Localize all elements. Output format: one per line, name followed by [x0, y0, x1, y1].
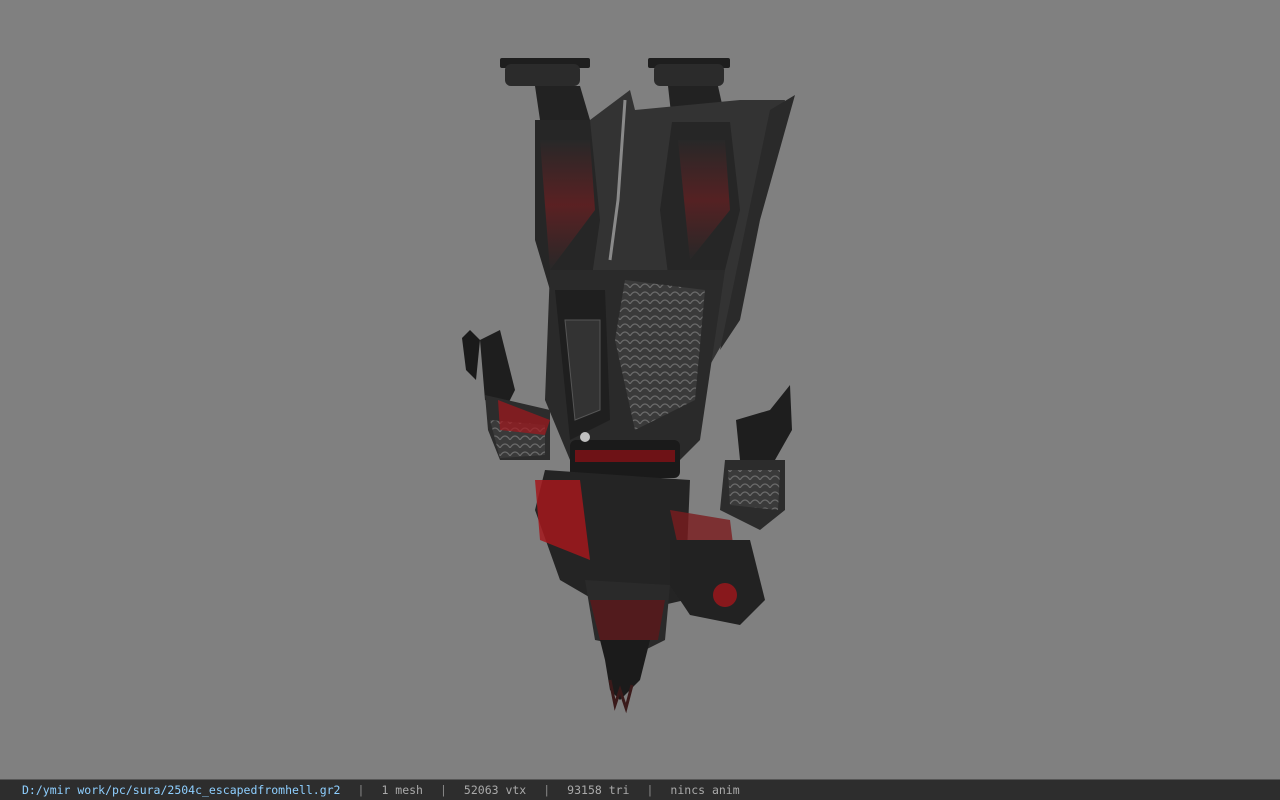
right-arm: [720, 385, 792, 530]
vertex-count: 52063 vtx: [463, 783, 527, 797]
triangle-count: 93158 tri: [567, 783, 630, 797]
character-model[interactable]: [440, 40, 820, 720]
separator: |: [646, 783, 654, 797]
mesh-count: 1 mesh: [381, 783, 423, 797]
file-path: D:/ymir work/pc/sura/2504c_escapedfromhe…: [22, 783, 341, 797]
status-bar: D:/ymir work/pc/sura/2504c_escapedfromhe…: [0, 779, 1280, 800]
torso: [545, 270, 725, 478]
separator: |: [543, 783, 551, 797]
left-boot: [500, 58, 590, 120]
left-arm: [462, 330, 550, 460]
separator: |: [357, 783, 365, 797]
anim-status: nincs anim: [670, 783, 740, 797]
model-viewport[interactable]: [0, 0, 1280, 779]
separator: |: [439, 783, 447, 797]
